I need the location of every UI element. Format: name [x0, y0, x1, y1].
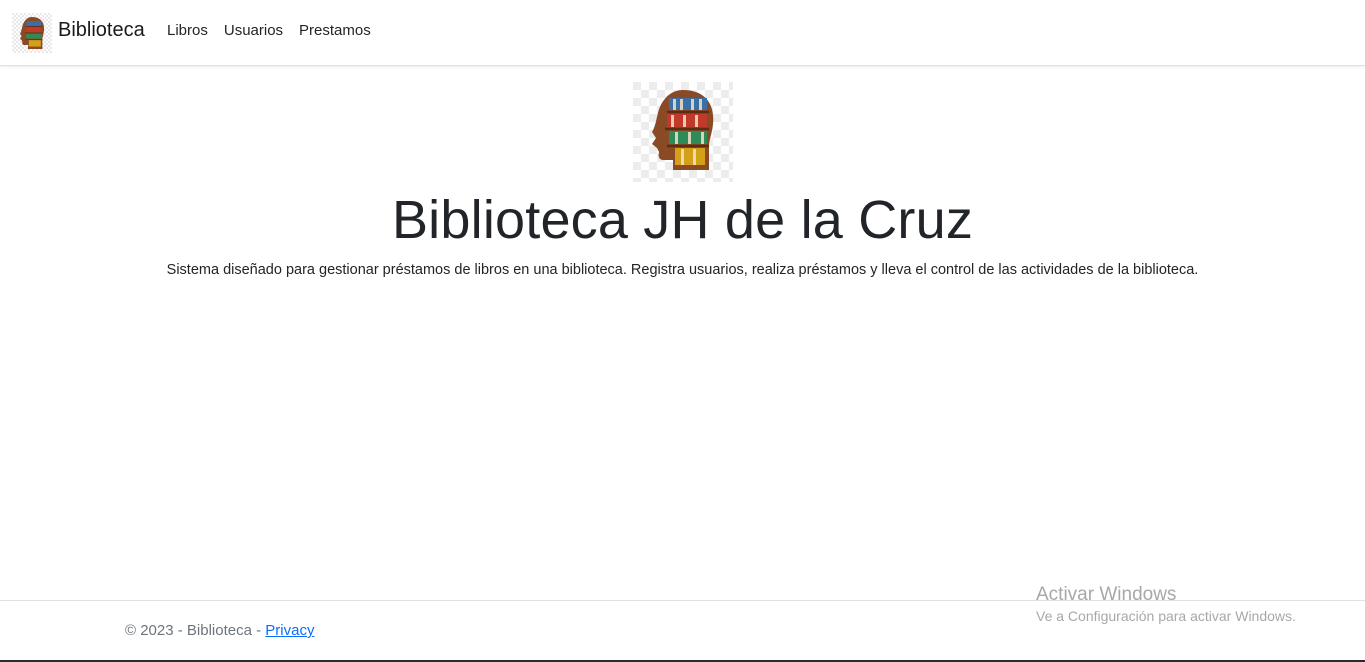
brand-title: Biblioteca [58, 18, 145, 41]
footer-copyright: © 2023 - Biblioteca - [125, 622, 266, 639]
navbar-brand[interactable]: Biblioteca [12, 13, 145, 53]
page-description: Sistema diseñado para gestionar préstamo… [166, 262, 1199, 278]
nav-links: Libros Usuarios Prestamos [159, 22, 379, 39]
head-bookshelf-icon [12, 13, 52, 53]
nav-link-usuarios[interactable]: Usuarios [216, 22, 291, 39]
head-bookshelf-icon [632, 82, 733, 182]
page-title: Biblioteca JH de la Cruz [391, 190, 974, 250]
footer-text: © 2023 - Biblioteca - Privacy [125, 622, 314, 639]
nav-link-prestamos[interactable]: Prestamos [291, 22, 379, 39]
hero-section: Biblioteca JH de la Cruz Sistema diseñad… [0, 82, 1365, 278]
privacy-link[interactable]: Privacy [265, 622, 314, 639]
top-navbar: Biblioteca Libros Usuarios Prestamos [0, 0, 1365, 66]
footer: © 2023 - Biblioteca - Privacy [0, 600, 1365, 662]
nav-link-libros[interactable]: Libros [159, 22, 216, 39]
